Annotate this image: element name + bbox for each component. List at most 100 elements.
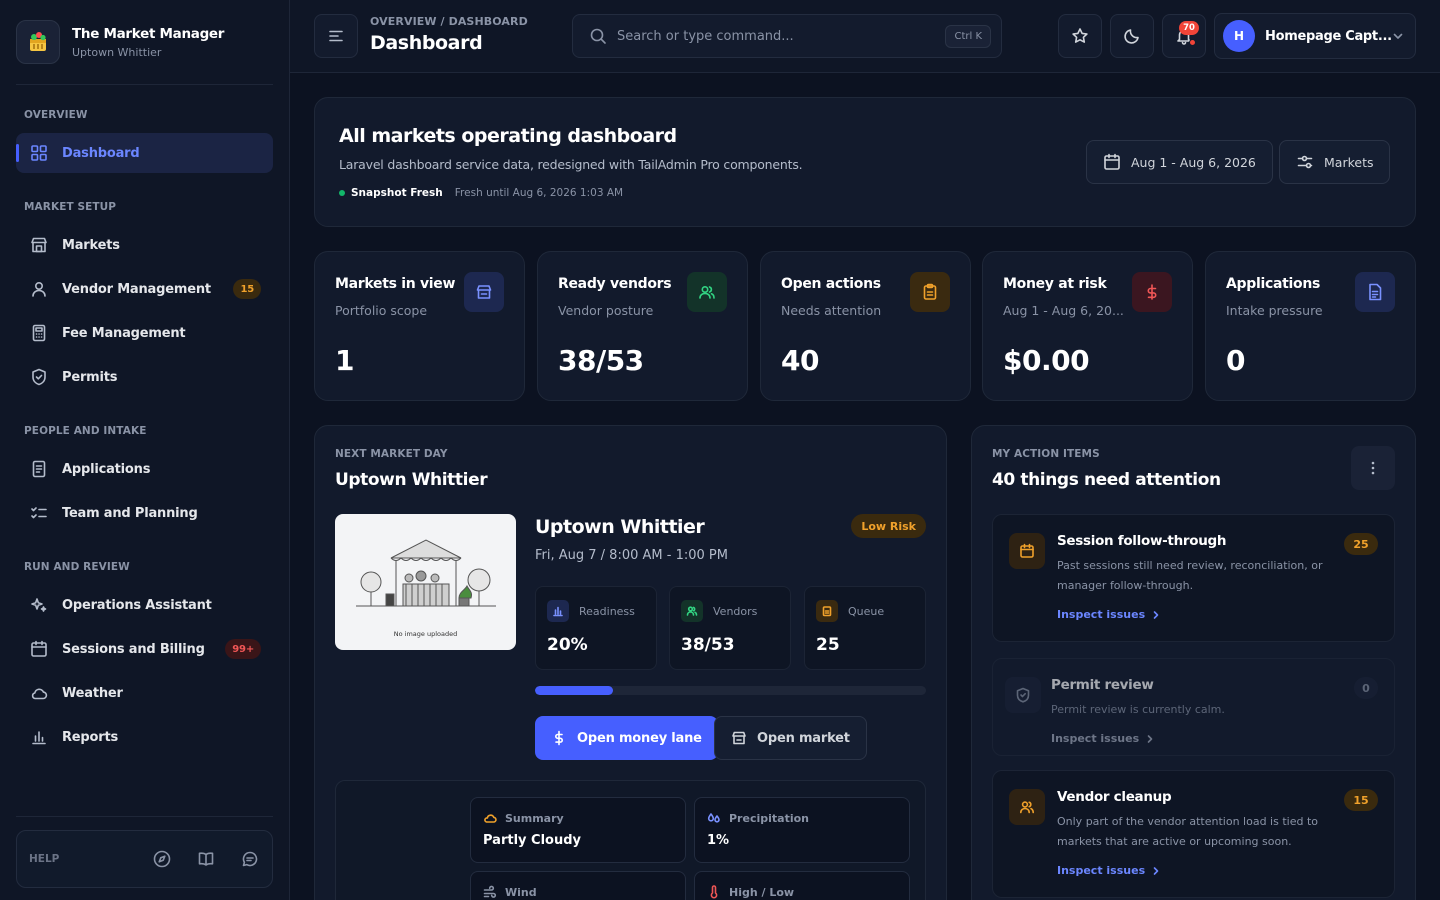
sidebar-item-label: Applications xyxy=(62,461,151,477)
calculator-icon xyxy=(30,324,48,342)
chat-icon[interactable] xyxy=(240,849,260,869)
metric-label: Queue xyxy=(848,604,885,618)
action-item-count: 0 xyxy=(1354,677,1378,699)
compass-icon[interactable] xyxy=(152,849,172,869)
stat-value: 40 xyxy=(781,344,819,377)
sidebar: The Market Manager Uptown Whittier OVERV… xyxy=(0,0,290,900)
stat-subtitle: Portfolio scope xyxy=(335,303,428,318)
readiness-progress-bar xyxy=(535,686,926,695)
action-item-session-follow-through[interactable]: Session follow-through Past sessions sti… xyxy=(992,514,1395,642)
theme-toggle-button[interactable] xyxy=(1110,14,1154,58)
market-name[interactable]: Uptown Whittier xyxy=(535,516,705,538)
search-bar[interactable]: Ctrl K xyxy=(572,14,1002,58)
sidebar-item-team-planning[interactable]: Team and Planning xyxy=(16,493,273,533)
stat-card-open-actions[interactable]: Open actions Needs attention 40 xyxy=(760,251,971,401)
open-money-lane-button[interactable]: Open money lane xyxy=(535,716,718,760)
sidebar-item-fee-management[interactable]: Fee Management xyxy=(16,313,273,353)
section-run-review: RUN AND REVIEW xyxy=(24,561,130,573)
help-panel: HELP xyxy=(16,830,273,888)
book-icon[interactable] xyxy=(196,849,216,869)
sidebar-divider-bottom xyxy=(16,816,273,817)
metric-label: Readiness xyxy=(579,604,635,618)
metric-readiness: Readiness 20% xyxy=(535,586,657,670)
kebab-icon xyxy=(1371,461,1375,475)
brand[interactable]: The Market Manager Uptown Whittier xyxy=(16,20,224,64)
markets-filter-button[interactable]: Markets xyxy=(1279,140,1391,184)
notification-dot xyxy=(1189,39,1196,46)
star-icon xyxy=(1071,27,1089,45)
calendar-icon xyxy=(1009,533,1045,569)
snapshot-detail: Fresh until Aug 6, 2026 1:03 AM xyxy=(454,187,624,199)
search-input[interactable] xyxy=(617,28,946,44)
sidebar-item-vendor-management[interactable]: Vendor Management 15 xyxy=(16,269,273,309)
inspect-issues-link[interactable]: Inspect issues xyxy=(1057,864,1161,877)
notifications-button[interactable]: 70 xyxy=(1162,14,1206,58)
avatar: H xyxy=(1223,20,1255,52)
stat-value: 1 xyxy=(335,344,354,377)
open-money-lane-label: Open money lane xyxy=(577,730,702,746)
sidebar-item-permits[interactable]: Permits xyxy=(16,357,273,397)
sessions-count-badge: 99+ xyxy=(225,639,261,659)
vendor-count-badge: 15 xyxy=(233,279,261,299)
open-market-label: Open market xyxy=(757,730,850,746)
snapshot-label: Snapshot Fresh xyxy=(351,187,443,199)
top-header: OVERVIEW / DASHBOARD Dashboard Ctrl K 70… xyxy=(290,0,1440,73)
bar-chart-icon xyxy=(547,600,569,622)
sun-cloud-icon xyxy=(483,811,497,825)
inspect-issues-link[interactable]: Inspect issues xyxy=(1051,732,1155,745)
sidebar-item-applications[interactable]: Applications xyxy=(16,449,273,489)
droplets-icon xyxy=(707,811,721,825)
stat-card-vendors[interactable]: Ready vendors Vendor posture 38/53 xyxy=(537,251,748,401)
market-image-placeholder: No image uploaded xyxy=(335,514,516,650)
weather-precipitation: Precipitation 1% xyxy=(694,797,910,863)
user-icon xyxy=(30,280,48,298)
status-dot xyxy=(339,190,345,196)
stat-subtitle: Vendor posture xyxy=(558,303,654,318)
action-item-permit-review[interactable]: Permit review Permit review is currently… xyxy=(992,658,1395,756)
chevron-right-icon xyxy=(1151,610,1161,620)
action-item-vendor-cleanup[interactable]: Vendor cleanup Only part of the vendor a… xyxy=(992,770,1395,898)
sidebar-item-label: Fee Management xyxy=(62,325,186,341)
metric-queue: Queue 25 xyxy=(804,586,926,670)
sidebar-item-sessions-billing[interactable]: Sessions and Billing 99+ xyxy=(16,629,273,669)
sidebar-item-weather[interactable]: Weather xyxy=(16,673,273,713)
action-items-label: MY ACTION ITEMS xyxy=(992,448,1100,460)
sidebar-toggle-button[interactable] xyxy=(314,14,358,58)
dollar-icon xyxy=(551,730,567,746)
action-items-card: MY ACTION ITEMS 40 things need attention… xyxy=(971,425,1416,900)
users-icon xyxy=(681,600,703,622)
snapshot-status: Snapshot Fresh Fresh until Aug 6, 2026 1… xyxy=(339,187,623,199)
sidebar-item-label: Reports xyxy=(62,729,119,745)
weather-label: Summary xyxy=(505,811,564,825)
stat-title: Markets in view xyxy=(335,276,456,292)
sidebar-item-operations-assistant[interactable]: Operations Assistant xyxy=(16,585,273,625)
inspect-issues-label: Inspect issues xyxy=(1051,732,1140,745)
weather-summary: Summary Partly Cloudy xyxy=(470,797,686,863)
inspect-issues-link[interactable]: Inspect issues xyxy=(1057,608,1161,621)
hero-title: All markets operating dashboard xyxy=(339,125,677,147)
chevron-right-icon xyxy=(1151,866,1161,876)
sidebar-item-markets[interactable]: Markets xyxy=(16,225,273,265)
sidebar-item-reports[interactable]: Reports xyxy=(16,717,273,757)
stat-value: 38/53 xyxy=(558,344,644,377)
stat-card-applications[interactable]: Applications Intake pressure 0 xyxy=(1205,251,1416,401)
favorites-button[interactable] xyxy=(1058,14,1102,58)
sidebar-item-dashboard[interactable]: Dashboard xyxy=(16,133,273,173)
store-icon xyxy=(464,272,504,312)
sidebar-item-label: Operations Assistant xyxy=(62,597,212,613)
sidebar-item-label: Dashboard xyxy=(62,145,140,161)
stat-card-markets[interactable]: Markets in view Portfolio scope 1 xyxy=(314,251,525,401)
shield-icon xyxy=(1005,677,1041,713)
open-market-button[interactable]: Open market xyxy=(714,716,867,760)
document-icon xyxy=(1355,272,1395,312)
stat-title: Ready vendors xyxy=(558,276,672,292)
search-shortcut: Ctrl K xyxy=(945,24,991,48)
stat-card-money-at-risk[interactable]: Money at risk Aug 1 - Aug 6, 20... $0.00 xyxy=(982,251,1193,401)
user-menu-button[interactable]: H Homepage Capt... xyxy=(1214,13,1416,59)
document-icon xyxy=(30,460,48,478)
section-market-setup: MARKET SETUP xyxy=(24,201,117,213)
date-range-button[interactable]: Aug 1 - Aug 6, 2026 xyxy=(1086,140,1273,184)
more-options-button[interactable] xyxy=(1351,446,1395,490)
next-market-label: NEXT MARKET DAY xyxy=(335,448,448,460)
markets-filter-label: Markets xyxy=(1324,154,1374,170)
